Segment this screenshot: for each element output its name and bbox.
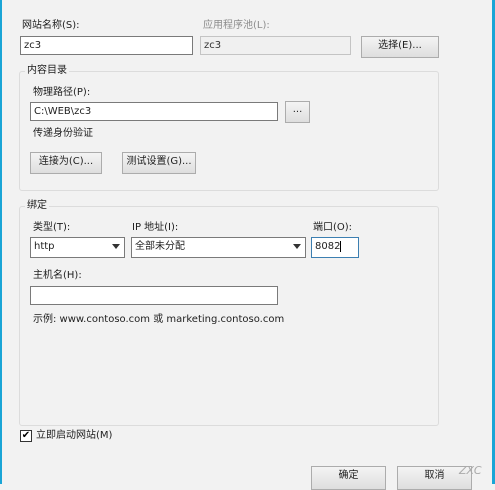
host-name-input[interactable] (30, 286, 278, 305)
example-text: 示例: www.contoso.com 或 marketing.contoso.… (33, 314, 285, 325)
test-settings-button[interactable]: 测试设置(G)... (122, 152, 196, 174)
port-input[interactable]: 8082 (311, 237, 359, 258)
ip-address-label: IP 地址(I): (132, 222, 179, 233)
start-immediately-checkbox[interactable]: ✔ (20, 430, 32, 442)
ok-button[interactable]: 确定 (311, 466, 386, 490)
connect-as-button[interactable]: 连接为(C)... (30, 152, 102, 174)
watermark-text: ZXC (459, 464, 482, 477)
chevron-down-icon (293, 244, 301, 249)
port-label: 端口(O): (313, 222, 353, 233)
binding-type-value: http (34, 241, 55, 252)
ip-address-value: 全部未分配 (135, 241, 185, 252)
text-caret (340, 240, 342, 252)
window-frame-left (0, 0, 2, 484)
content-directory-title: 内容目录 (25, 65, 69, 77)
port-value: 8082 (315, 241, 341, 252)
select-app-pool-button[interactable]: 选择(E)... (361, 36, 439, 58)
physical-path-input[interactable]: C:\WEB\zc3 (30, 102, 278, 121)
pass-through-auth-label: 传递身份验证 (33, 128, 93, 139)
ip-address-select[interactable]: 全部未分配 (131, 237, 306, 258)
binding-type-label: 类型(T): (33, 222, 71, 233)
binding-type-select[interactable]: http (30, 237, 125, 258)
site-name-input[interactable]: zc3 (20, 36, 193, 55)
host-name-label: 主机名(H): (33, 270, 82, 281)
site-name-label: 网站名称(S): (22, 20, 80, 31)
binding-title: 绑定 (25, 200, 49, 212)
app-pool-field: zc3 (200, 36, 351, 55)
browse-path-button[interactable]: ... (285, 101, 310, 123)
physical-path-label: 物理路径(P): (33, 87, 91, 98)
chevron-down-icon (112, 244, 120, 249)
app-pool-label: 应用程序池(L): (203, 20, 270, 31)
start-immediately-label: 立即启动网站(M) (36, 430, 113, 441)
